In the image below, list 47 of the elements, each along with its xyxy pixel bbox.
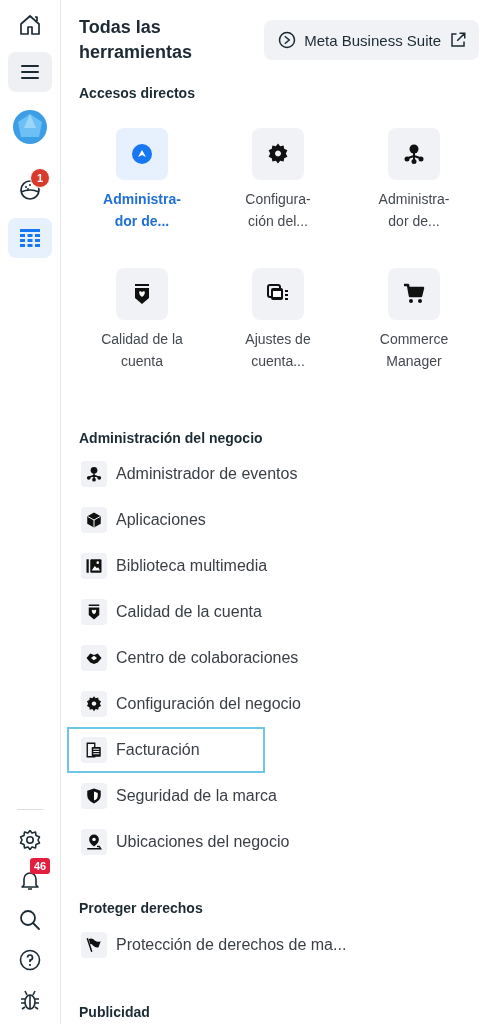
meta-logo-icon	[278, 31, 297, 49]
search-icon	[18, 908, 42, 932]
tool-link[interactable]: Centro de colaboraciones	[67, 635, 301, 681]
shortcut-tile[interactable]: Commerce Manager	[346, 268, 482, 372]
shortcut-tile[interactable]: Calidad de la cuenta	[74, 268, 210, 372]
gear-icon	[85, 695, 103, 713]
flag-icon	[85, 936, 103, 954]
tool-link[interactable]: Protección de derechos de ma...	[67, 922, 349, 968]
notification-badge: 46	[30, 858, 50, 874]
document-icon	[85, 741, 103, 759]
cart-icon	[402, 282, 426, 306]
shield-icon	[85, 787, 103, 805]
section-heading: Accesos directos	[79, 84, 196, 102]
shortcut-tile[interactable]: Configura-ción del...	[210, 128, 346, 232]
tool-link[interactable]: Seguridad de la marca	[67, 773, 279, 819]
table-icon	[18, 226, 42, 250]
tool-link[interactable]: Configuración del negocio	[67, 681, 303, 727]
network-icon	[402, 142, 426, 166]
cube-icon	[85, 511, 103, 529]
external-link-icon	[449, 31, 467, 49]
notification-badge: 1	[30, 168, 50, 188]
tool-link[interactable]: Biblioteca multimedia	[67, 543, 270, 589]
bug-icon	[18, 988, 42, 1012]
shortcut-tile[interactable]: Administra-dor de...	[346, 128, 482, 232]
tool-link[interactable]: Aplicaciones	[67, 497, 265, 543]
home-icon	[18, 13, 42, 37]
avatar-icon	[13, 110, 47, 144]
section-heading: Proteger derechos	[79, 899, 204, 917]
shortcut-tile[interactable]: Administra-dor de...	[74, 128, 210, 232]
rail-button[interactable]: 1	[8, 170, 52, 210]
image-icon	[85, 557, 103, 575]
suite-button[interactable]: Meta Business Suite	[264, 20, 479, 60]
location-pin-icon	[85, 833, 103, 851]
shortcut-tile[interactable]: Ajustes de cuenta...	[210, 268, 346, 372]
tool-link[interactable]: Ubicaciones del negocio	[67, 819, 292, 865]
network-icon	[85, 465, 103, 483]
gear-icon	[266, 142, 290, 166]
settings-icon	[18, 828, 42, 852]
section-heading: Administración del negocio	[79, 429, 264, 447]
ads-manager-icon	[130, 142, 154, 166]
page-title: Todas las herramientas	[79, 16, 194, 64]
help-icon	[18, 948, 42, 972]
tool-link[interactable]: Facturación	[67, 727, 265, 773]
tool-link[interactable]: Administrador de eventos	[67, 451, 300, 497]
section-heading: Publicidad	[79, 1003, 151, 1021]
tool-link[interactable]: Calidad de la cuenta	[67, 589, 265, 635]
rail-button[interactable]	[8, 52, 52, 92]
